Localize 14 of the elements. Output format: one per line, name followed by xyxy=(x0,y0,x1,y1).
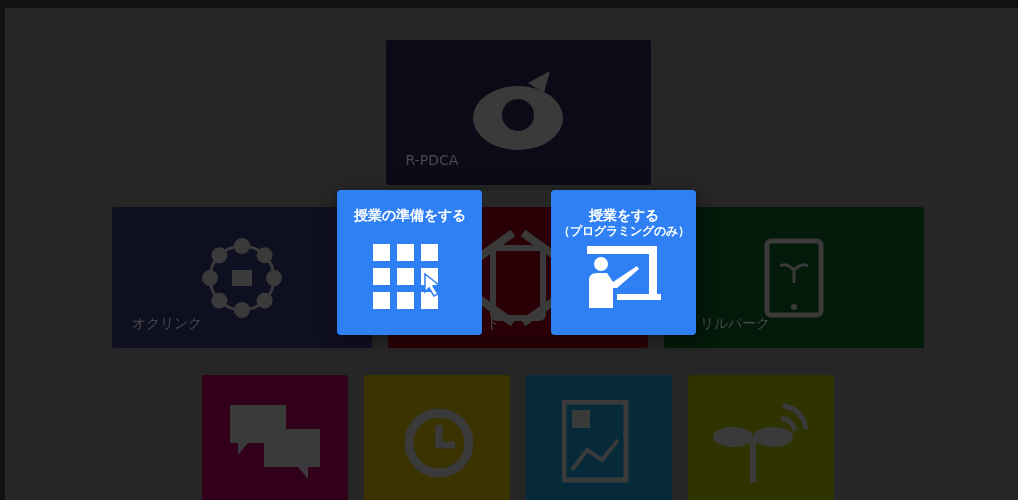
app-tile[interactable] xyxy=(202,375,348,500)
network-ring-icon xyxy=(200,235,284,320)
dialog-option-button[interactable]: 授業をする （プログラミングのみ） xyxy=(551,190,696,335)
dialog-option-button[interactable]: 授業の準備をする xyxy=(337,190,482,335)
tile-label: R-PDCA xyxy=(405,151,459,170)
tile-label: ト xyxy=(486,314,500,333)
tile-label: リルパーク xyxy=(700,314,770,333)
sprout-signal-icon xyxy=(713,402,809,483)
app-tile[interactable] xyxy=(526,375,672,500)
teacher-at-board-icon xyxy=(586,246,661,308)
tablet-icon xyxy=(764,237,824,318)
app-tile[interactable]: R-PDCA xyxy=(385,40,651,185)
app-tile[interactable] xyxy=(364,375,510,500)
app-tile[interactable] xyxy=(688,375,834,500)
